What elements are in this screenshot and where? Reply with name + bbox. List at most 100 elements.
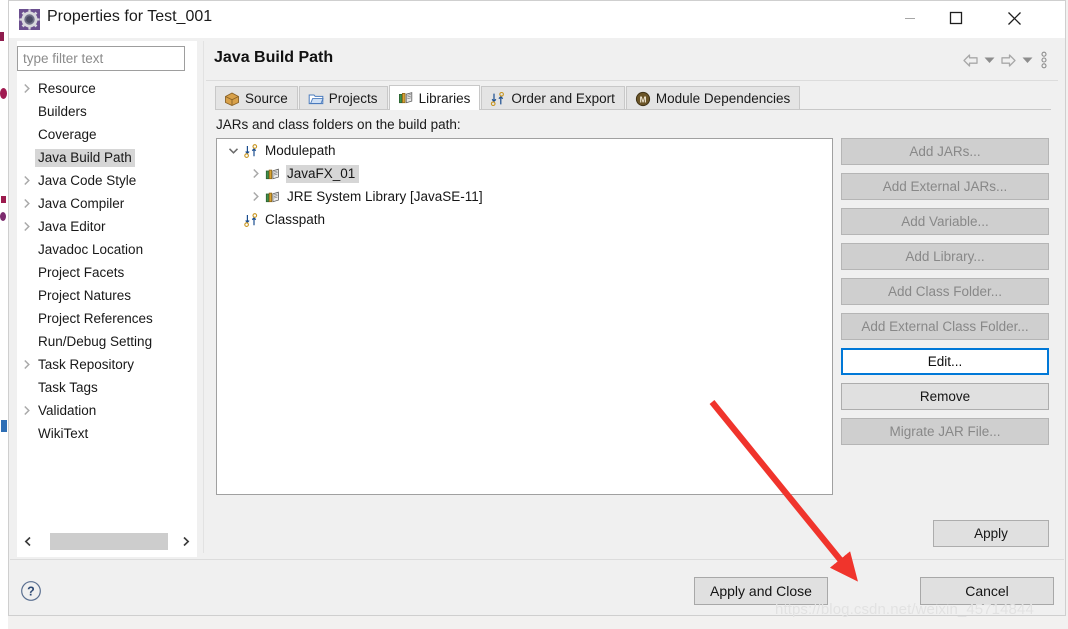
sidebar-item-java-build-path[interactable]: Java Build Path (17, 146, 197, 169)
properties-gear-icon (19, 9, 40, 30)
settings-page: Java Build Path Source Projects Librarie… (205, 41, 1059, 553)
chevron-right-icon[interactable] (17, 353, 35, 376)
title-divider (206, 80, 1058, 81)
build-path-button-column: Add JARs... Add External JARs... Add Varia… (841, 138, 1049, 453)
build-path-tree-row[interactable]: Classpath (217, 208, 832, 231)
sidebar-item-label: Project Facets (38, 264, 125, 280)
sidebar-item-validation[interactable]: Validation (17, 399, 197, 422)
sidebar-divider (203, 41, 204, 553)
chevron-right-icon[interactable] (17, 77, 35, 100)
chevron-right-icon[interactable] (174, 529, 197, 553)
sidebar-item-builders[interactable]: Builders (17, 100, 197, 123)
chevron-right-icon[interactable] (17, 169, 35, 192)
sidebar-item-label: Builders (38, 103, 87, 119)
add-variable-button: Add Variable... (841, 208, 1049, 235)
edit-button[interactable]: Edit... (841, 348, 1049, 375)
chevron-right-icon[interactable] (17, 399, 35, 422)
sidebar-item-label: Validation (38, 402, 97, 418)
sidebar-item-project-natures[interactable]: Project Natures (17, 284, 197, 307)
add-external-jars-button: Add External JARs... (841, 173, 1049, 200)
sidebar-item-task-repository[interactable]: Task Repository (17, 353, 197, 376)
list-label: JARs and class folders on the build path… (216, 117, 461, 132)
sidebar-item-label: Java Editor (38, 218, 106, 234)
help-question-icon[interactable]: ? (20, 580, 42, 602)
add-jars-button: Add JARs... (841, 138, 1049, 165)
add-external-class-folder-button: Add External Class Folder... (841, 313, 1049, 340)
close-button[interactable] (991, 1, 1037, 35)
build-path-tree-row[interactable]: JRE System Library [JavaSE-11] (217, 185, 832, 208)
sidebar-item-task-tags[interactable]: Task Tags (17, 376, 197, 399)
sidebar-item-java-compiler[interactable]: Java Compiler (17, 192, 197, 215)
library-icon (265, 168, 279, 179)
tab-module-dependencies[interactable]: M Module Dependencies (625, 86, 801, 110)
back-history-chevron-down-icon[interactable] (982, 50, 997, 70)
build-path-tree[interactable]: Modulepath JavaFX_01 JRE System Library [J… (216, 138, 833, 495)
tab-label: Module Dependencies (655, 91, 791, 106)
back-arrow-icon[interactable] (961, 50, 980, 70)
maximize-button[interactable] (933, 1, 979, 35)
sidebar-item-label: Run/Debug Setting (38, 333, 153, 349)
sidebar-horizontal-scrollbar[interactable] (17, 528, 197, 553)
remove-button[interactable]: Remove (841, 383, 1049, 410)
chevron-right-icon[interactable] (17, 215, 35, 238)
tab-source[interactable]: Source (215, 86, 298, 110)
search-input[interactable] (18, 47, 184, 70)
forward-arrow-icon[interactable] (999, 50, 1018, 70)
tab-label: Projects (328, 91, 378, 106)
sidebar-item-label: Task Repository (38, 356, 135, 372)
settings-tree: Resource Builders Coverage Java Build Path J… (17, 77, 197, 445)
sidebar-item-javadoc-location[interactable]: Javadoc Location (17, 238, 197, 261)
chevron-right-icon[interactable] (245, 162, 265, 185)
module-m-icon: M (635, 91, 651, 106)
sidebar-item-label: Project References (38, 310, 153, 326)
add-library-button: Add Library... (841, 243, 1049, 270)
settings-sidebar: Resource Builders Coverage Java Build Path J… (17, 41, 197, 557)
sidebar-item-project-references[interactable]: Project References (17, 307, 197, 330)
chevron-right-icon[interactable] (245, 185, 265, 208)
vertical-dots-icon[interactable] (1037, 50, 1051, 70)
package-icon (225, 91, 239, 106)
sidebar-item-label: Java Code Style (38, 172, 137, 188)
scrollbar-track[interactable] (40, 532, 174, 550)
sidebar-item-resource[interactable]: Resource (17, 77, 197, 100)
sidebar-item-java-editor[interactable]: Java Editor (17, 215, 197, 238)
build-path-tree-row[interactable]: Modulepath (217, 139, 832, 162)
sidebar-item-java-code-style[interactable]: Java Code Style (17, 169, 197, 192)
modulepath-icon (244, 143, 258, 158)
minimize-button[interactable] (887, 1, 933, 35)
build-path-entry-label: Classpath (265, 211, 326, 227)
sidebar-item-label: Java Build Path (35, 148, 135, 167)
tab-libraries[interactable]: Libraries (388, 85, 481, 110)
sidebar-item-project-facets[interactable]: Project Facets (17, 261, 197, 284)
apply-button[interactable]: Apply (933, 520, 1049, 547)
build-path-tree-row[interactable]: JavaFX_01 (217, 162, 832, 185)
forward-history-chevron-down-icon[interactable] (1020, 50, 1035, 70)
svg-text:?: ? (27, 585, 35, 599)
sidebar-item-label: Java Compiler (38, 195, 125, 211)
build-path-entry-label: JavaFX_01 (286, 164, 360, 183)
sidebar-item-run-debug-setting[interactable]: Run/Debug Setting (17, 330, 197, 353)
sidebar-item-label: Coverage (38, 126, 97, 142)
chevron-left-icon[interactable] (17, 529, 40, 553)
tab-order-and-export[interactable]: Order and Export (481, 86, 625, 110)
sidebar-item-coverage[interactable]: Coverage (17, 123, 197, 146)
folder-icon (308, 94, 324, 104)
properties-dialog: Properties for Test_001 Resource Builders… (8, 0, 1066, 616)
tab-projects[interactable]: Projects (298, 86, 388, 110)
tab-label: Source (245, 91, 288, 106)
chevron-down-icon[interactable] (223, 139, 243, 162)
chevron-right-icon[interactable] (17, 192, 35, 215)
scrollbar-thumb[interactable] (50, 532, 168, 550)
sidebar-item-wikitext[interactable]: WikiText (17, 422, 197, 445)
dialog-titlebar: Properties for Test_001 (9, 1, 1065, 39)
sidebar-item-label: Javadoc Location (38, 241, 144, 257)
tab-label: Libraries (418, 90, 471, 106)
apply-strip: Apply (205, 514, 1059, 558)
filter-field-wrapper[interactable] (17, 46, 185, 71)
